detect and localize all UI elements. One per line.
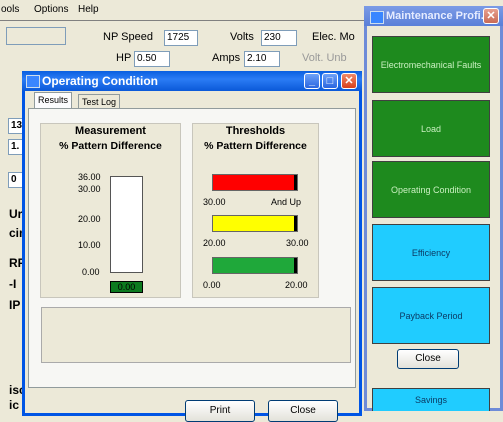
electromechanical-faults-button[interactable]: Electromechanical Faults (372, 36, 490, 93)
tab-test-log[interactable]: Test Log (78, 94, 121, 108)
payback-period-button[interactable]: Payback Period (372, 287, 490, 344)
threshold-yellow-high: 30.00 (286, 238, 309, 248)
savings-button[interactable]: Savings (372, 388, 490, 411)
close-icon[interactable]: ✕ (483, 8, 499, 24)
np-speed-field[interactable]: 1725 (164, 30, 198, 46)
right-panel-titlebar[interactable]: Maintenance Profi... ✕ (364, 6, 503, 26)
left-edge-text-7: ic (9, 398, 20, 412)
threshold-red-bar (212, 174, 298, 191)
measurement-gauge (110, 176, 143, 273)
operating-condition-button[interactable]: Operating Condition (372, 161, 490, 218)
efficiency-button[interactable]: Efficiency (372, 224, 490, 281)
menu-help[interactable]: Help (78, 4, 99, 15)
threshold-yellow-bar (212, 215, 298, 232)
volts-field[interactable]: 230 (261, 30, 297, 46)
menu-divider (0, 20, 365, 21)
measurement-heading: Measurement (75, 125, 146, 137)
thresholds-heading: Thresholds (225, 125, 286, 137)
tick-label: 30.00 (78, 184, 101, 194)
bg-field-left (6, 27, 66, 45)
left-edge-text-4: -I (9, 277, 17, 291)
thresholds-subheading: % Pattern Difference (204, 140, 307, 152)
menu-options[interactable]: Options (34, 4, 68, 15)
threshold-yellow-low: 20.00 (203, 238, 226, 248)
amps-label: Amps (212, 52, 241, 64)
tick-label: 36.00 (78, 172, 101, 182)
menu-bar: ools Options Help (0, 0, 365, 20)
app-icon (26, 75, 40, 88)
tick-label: 0.00 (82, 267, 100, 277)
np-speed-label: NP Speed (103, 31, 153, 43)
threshold-green-high: 20.00 (285, 280, 308, 290)
close-icon[interactable]: ✕ (341, 73, 357, 89)
dialog-titlebar[interactable]: Operating Condition _ □ ✕ (22, 71, 362, 91)
left-edge-text-1: Ur (9, 207, 23, 221)
threshold-green-bar (212, 257, 298, 274)
elec-label: Elec. Mo (312, 31, 355, 43)
measurement-value: 0.00 (110, 281, 143, 293)
load-button[interactable]: Load (372, 100, 490, 157)
maximize-icon[interactable]: □ (322, 73, 338, 89)
tab-results[interactable]: Results (34, 92, 73, 108)
app-icon (370, 11, 384, 24)
volt-unb-label: Volt. Unb (302, 52, 347, 64)
threshold-red-low: 30.00 (203, 197, 226, 207)
left-edge-text-5: IP (9, 298, 21, 312)
right-panel-title: Maintenance Profi... (386, 10, 490, 22)
tick-label: 10.00 (78, 240, 101, 250)
notes-box (41, 307, 351, 363)
amps-field[interactable]: 2.10 (244, 51, 280, 67)
print-button[interactable]: Print (185, 400, 255, 422)
tick-label: 20.00 (78, 214, 101, 224)
minimize-icon[interactable]: _ (304, 73, 320, 89)
hp-label: HP (116, 52, 132, 64)
menu-tools[interactable]: ools (1, 4, 19, 15)
threshold-red-high: And Up (271, 197, 302, 207)
hp-field[interactable]: 0.50 (134, 51, 170, 67)
volts-label: Volts (230, 31, 254, 43)
dialog-title: Operating Condition (42, 74, 158, 88)
threshold-green-low: 0.00 (203, 280, 221, 290)
right-close-button[interactable]: Close (397, 349, 459, 369)
measurement-subheading: % Pattern Difference (59, 140, 162, 152)
close-button[interactable]: Close (268, 400, 338, 422)
